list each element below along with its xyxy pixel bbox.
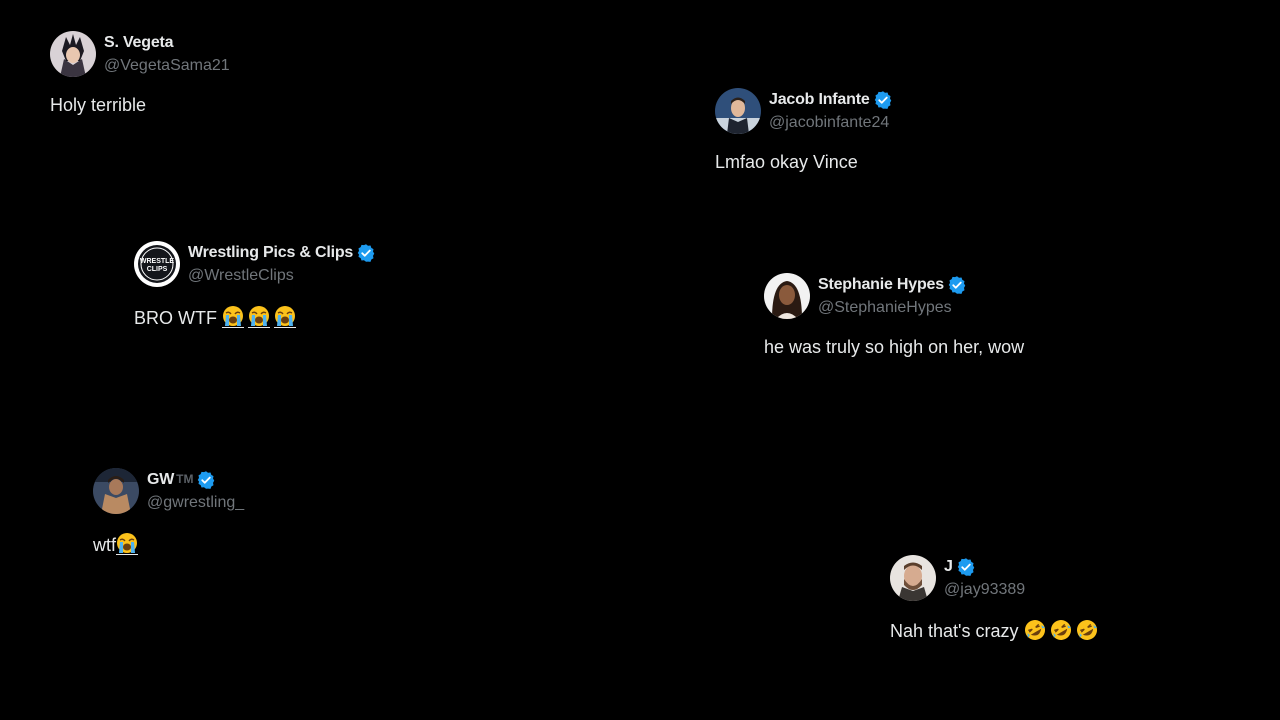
logo-text-bottom: CLIPS xyxy=(147,266,168,273)
loudly-crying-face-icon[interactable] xyxy=(116,532,139,555)
tweet-text: wtf xyxy=(93,532,244,556)
vegeta-avatar-icon[interactable] xyxy=(50,31,96,77)
rolling-on-floor-laughing-icon[interactable] xyxy=(1050,619,1072,641)
portrait-avatar-icon[interactable] xyxy=(764,273,810,319)
newsdesk-avatar-icon[interactable] xyxy=(715,88,761,134)
verified-badge-icon xyxy=(196,470,216,490)
tweet-header: WRESTLE CLIPS Wrestling Pics & Clips @Wre… xyxy=(134,241,376,287)
display-name[interactable]: GW xyxy=(147,468,174,491)
user-handle[interactable]: @VegetaSama21 xyxy=(104,54,230,77)
verified-badge-icon xyxy=(947,275,967,295)
tweet-header: J @jay93389 xyxy=(890,555,1102,601)
tweet-card-jacob-infante[interactable]: Jacob Infante @jacobinfante24 Lmfao okay… xyxy=(715,88,893,173)
tweet-text: Lmfao okay Vince xyxy=(715,152,858,172)
display-name[interactable]: J xyxy=(944,555,953,578)
tweet-card-stephanie-hypes[interactable]: Stephanie Hypes @StephanieHypes he was t… xyxy=(764,273,1024,358)
user-handle[interactable]: @gwrestling_ xyxy=(147,491,244,514)
laughing-emoji-group xyxy=(1024,619,1102,641)
verified-badge-icon xyxy=(356,243,376,263)
user-handle[interactable]: @StephanieHypes xyxy=(818,296,967,319)
wrestle-clips-logo-icon[interactable]: WRESTLE CLIPS xyxy=(134,241,180,287)
wrestler-avatar-icon[interactable] xyxy=(93,468,139,514)
tweet-header: S. Vegeta @VegetaSama21 xyxy=(50,31,230,77)
rolling-on-floor-laughing-icon[interactable] xyxy=(1076,619,1098,641)
tweet-text: Nah that's crazy xyxy=(890,619,1102,642)
verified-badge-icon xyxy=(956,557,976,577)
loudly-crying-face-icon[interactable] xyxy=(222,305,245,328)
user-handle[interactable]: @jay93389 xyxy=(944,578,1025,601)
loudly-crying-face-icon[interactable] xyxy=(274,305,297,328)
display-name[interactable]: Jacob Infante xyxy=(769,88,870,111)
display-name[interactable]: Wrestling Pics & Clips xyxy=(188,241,353,264)
crying-emoji-group xyxy=(222,305,300,328)
rolling-on-floor-laughing-icon[interactable] xyxy=(1024,619,1046,641)
display-name[interactable]: S. Vegeta xyxy=(104,31,174,54)
verified-badge-icon xyxy=(873,90,893,110)
tweet-card-gw[interactable]: GW TM @gwrestling_ wtf xyxy=(93,468,244,556)
tweet-card-vegeta[interactable]: S. Vegeta @VegetaSama21 Holy terrible xyxy=(50,31,230,116)
tweet-header: Stephanie Hypes @StephanieHypes xyxy=(764,273,1024,319)
logo-text-top: WRESTLE xyxy=(140,258,175,265)
tweet-text: BRO WTF xyxy=(134,305,376,329)
display-name[interactable]: Stephanie Hypes xyxy=(818,273,944,296)
tweet-card-wrestleclips[interactable]: WRESTLE CLIPS Wrestling Pics & Clips @Wre… xyxy=(134,241,376,329)
user-handle[interactable]: @WrestleClips xyxy=(188,264,376,287)
bearded-man-avatar-icon[interactable] xyxy=(890,555,936,601)
tweet-text: Holy terrible xyxy=(50,95,147,115)
tweet-header: Jacob Infante @jacobinfante24 xyxy=(715,88,893,134)
loudly-crying-face-icon[interactable] xyxy=(248,305,271,328)
tweet-header: GW TM @gwrestling_ xyxy=(93,468,244,514)
user-handle[interactable]: @jacobinfante24 xyxy=(769,111,893,134)
trademark-suffix: TM xyxy=(176,472,194,486)
tweet-text: he was truly so high on her, wow xyxy=(764,337,1025,357)
tweet-card-j[interactable]: J @jay93389 Nah that's crazy xyxy=(890,555,1102,642)
